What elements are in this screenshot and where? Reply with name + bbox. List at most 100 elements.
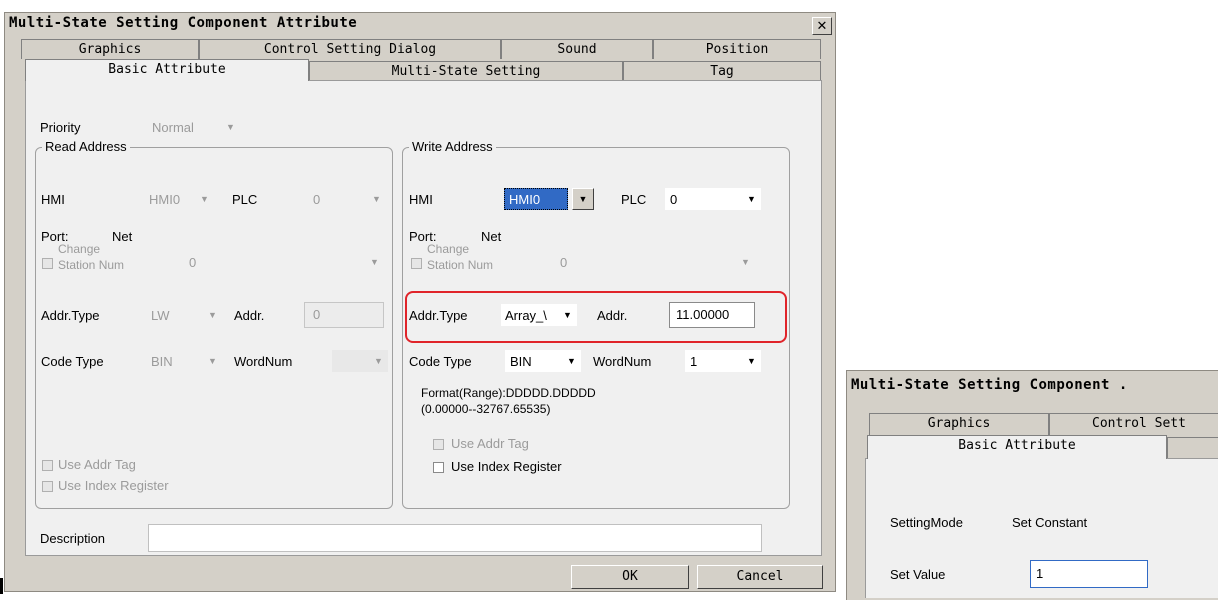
- read-hmi-value: HMI0: [149, 192, 181, 207]
- second-tab-next[interactable]: [1167, 437, 1218, 459]
- chevron-down-icon[interactable]: ▼: [572, 188, 594, 210]
- write-change-station-label-1: Change: [427, 242, 470, 256]
- chevron-down-icon: ▼: [567, 356, 576, 366]
- write-wordnum-label: WordNum: [593, 354, 652, 369]
- read-wordnum-label: WordNum: [234, 354, 293, 369]
- write-wordnum-select[interactable]: 1 ▼: [685, 350, 761, 372]
- cancel-button[interactable]: Cancel: [697, 565, 823, 589]
- attribute-dialog: Multi-State Setting Component Attribute …: [4, 12, 836, 592]
- read-plc-select[interactable]: 0 ▼: [308, 188, 386, 210]
- read-addr-type-select[interactable]: LW ▼: [146, 304, 222, 326]
- chevron-down-icon: ▼: [741, 257, 750, 267]
- write-code-type-value: BIN: [510, 354, 532, 369]
- highlight-annotation: [405, 291, 787, 343]
- close-button[interactable]: ✕: [812, 17, 832, 35]
- close-icon: ✕: [816, 18, 828, 33]
- tab-basic-attribute[interactable]: Basic Attribute: [25, 59, 309, 81]
- write-station-value: 0: [560, 255, 568, 270]
- read-plc-label: PLC: [232, 192, 258, 207]
- priority-select[interactable]: Normal ▼: [144, 118, 248, 138]
- tab-graphics[interactable]: Graphics: [21, 39, 199, 59]
- cancel-button-label: Cancel: [736, 569, 784, 584]
- chevron-down-icon: ▼: [208, 310, 217, 320]
- second-tab-graphics[interactable]: Graphics: [869, 413, 1049, 435]
- write-use-addr-tag-label: Use Addr Tag: [451, 436, 529, 451]
- setting-mode-label: SettingMode: [890, 515, 963, 530]
- read-code-type-select[interactable]: BIN ▼: [146, 350, 222, 372]
- second-dialog-title: Multi-State Setting Component .: [851, 377, 1218, 399]
- write-hmi-value: HMI0: [504, 188, 568, 210]
- read-use-addr-tag-checkbox[interactable]: [42, 460, 53, 471]
- setting-mode-select[interactable]: Set Constant: [1004, 511, 1218, 535]
- tab-tag[interactable]: Tag: [623, 61, 821, 81]
- dialog-title: Multi-State Setting Component Attribute: [9, 15, 789, 37]
- read-station-value: 0: [189, 255, 197, 270]
- write-use-index-register-label: Use Index Register: [451, 459, 562, 474]
- chevron-down-icon: ▼: [208, 356, 217, 366]
- chevron-down-icon: ▼: [747, 194, 756, 204]
- read-change-station-label-2: Station Num: [58, 258, 125, 272]
- read-addr-input[interactable]: 0: [304, 302, 384, 328]
- write-plc-value: 0: [670, 192, 678, 207]
- write-hmi-select[interactable]: HMI0 ▼: [504, 188, 602, 210]
- read-hmi-select[interactable]: HMI0 ▼: [144, 188, 214, 210]
- read-change-station-label-1: Change: [58, 242, 101, 256]
- priority-label: Priority: [40, 120, 81, 135]
- ok-button[interactable]: OK: [571, 565, 689, 589]
- write-format-text-2: (0.00000--32767.65535): [421, 402, 551, 416]
- read-use-index-register-label: Use Index Register: [58, 478, 169, 493]
- read-address-legend: Read Address: [42, 139, 130, 154]
- second-tab-basic-attribute[interactable]: Basic Attribute: [867, 435, 1167, 459]
- tab-position[interactable]: Position: [653, 39, 821, 59]
- chevron-down-icon: ▼: [374, 356, 383, 366]
- read-station-select[interactable]: 0 ▼: [184, 251, 384, 273]
- write-plc-select[interactable]: 0 ▼: [665, 188, 761, 210]
- read-code-type-value: BIN: [151, 354, 173, 369]
- write-code-type-select[interactable]: BIN ▼: [505, 350, 581, 372]
- read-change-station-checkbox[interactable]: [42, 258, 53, 269]
- read-use-index-register-checkbox[interactable]: [42, 481, 53, 492]
- tab-multi-state-setting[interactable]: Multi-State Setting: [309, 61, 623, 81]
- chevron-down-icon: ▼: [747, 356, 756, 366]
- chevron-down-icon: ▼: [370, 257, 379, 267]
- read-addr-type-label: Addr.Type: [41, 308, 100, 323]
- write-change-station-label-2: Station Num: [427, 258, 494, 272]
- write-format-text-1: Format(Range):DDDDD.DDDDD: [421, 386, 596, 400]
- chevron-down-icon: ▼: [200, 194, 209, 204]
- chevron-down-icon: ▼: [226, 122, 235, 132]
- read-addr-value: 0: [313, 307, 321, 322]
- read-address-group: Read Address HMI HMI0 ▼ PLC 0 ▼ Port: Ne…: [35, 139, 393, 509]
- write-hmi-label: HMI: [409, 192, 433, 207]
- setting-mode-value: Set Constant: [1012, 515, 1088, 530]
- read-hmi-label: HMI: [41, 192, 65, 207]
- chevron-down-icon: ▼: [372, 194, 381, 204]
- ok-button-label: OK: [622, 569, 638, 584]
- write-wordnum-value: 1: [690, 354, 698, 369]
- set-value-value: 1: [1036, 566, 1044, 581]
- write-use-addr-tag-checkbox[interactable]: [433, 439, 444, 450]
- read-use-addr-tag-label: Use Addr Tag: [58, 457, 136, 472]
- second-tab-control-setting[interactable]: Control Sett: [1049, 413, 1218, 435]
- write-port-value: Net: [481, 229, 502, 244]
- second-dialog: Multi-State Setting Component . Graphics…: [846, 370, 1218, 600]
- cursor-artifact: [0, 578, 3, 594]
- set-value-label: Set Value: [890, 567, 946, 582]
- tab-sound[interactable]: Sound: [501, 39, 653, 59]
- read-plc-value: 0: [313, 192, 321, 207]
- tab-control-setting-dialog[interactable]: Control Setting Dialog: [199, 39, 501, 59]
- read-addr-type-value: LW: [151, 308, 170, 323]
- read-code-type-label: Code Type: [41, 354, 104, 369]
- read-wordnum-select[interactable]: ▼: [332, 350, 388, 372]
- second-panel: SettingMode Set Constant Set Value 1: [865, 458, 1218, 598]
- write-code-type-label: Code Type: [409, 354, 472, 369]
- read-port-value: Net: [112, 229, 133, 244]
- write-address-legend: Write Address: [409, 139, 496, 154]
- write-plc-label: PLC: [621, 192, 647, 207]
- set-value-input[interactable]: 1: [1030, 560, 1148, 588]
- read-addr-label: Addr.: [234, 308, 265, 323]
- description-label: Description: [40, 531, 106, 546]
- write-station-select[interactable]: 0 ▼: [555, 251, 755, 273]
- write-use-index-register-checkbox[interactable]: [433, 462, 444, 473]
- write-change-station-checkbox[interactable]: [411, 258, 422, 269]
- description-input[interactable]: [148, 524, 762, 552]
